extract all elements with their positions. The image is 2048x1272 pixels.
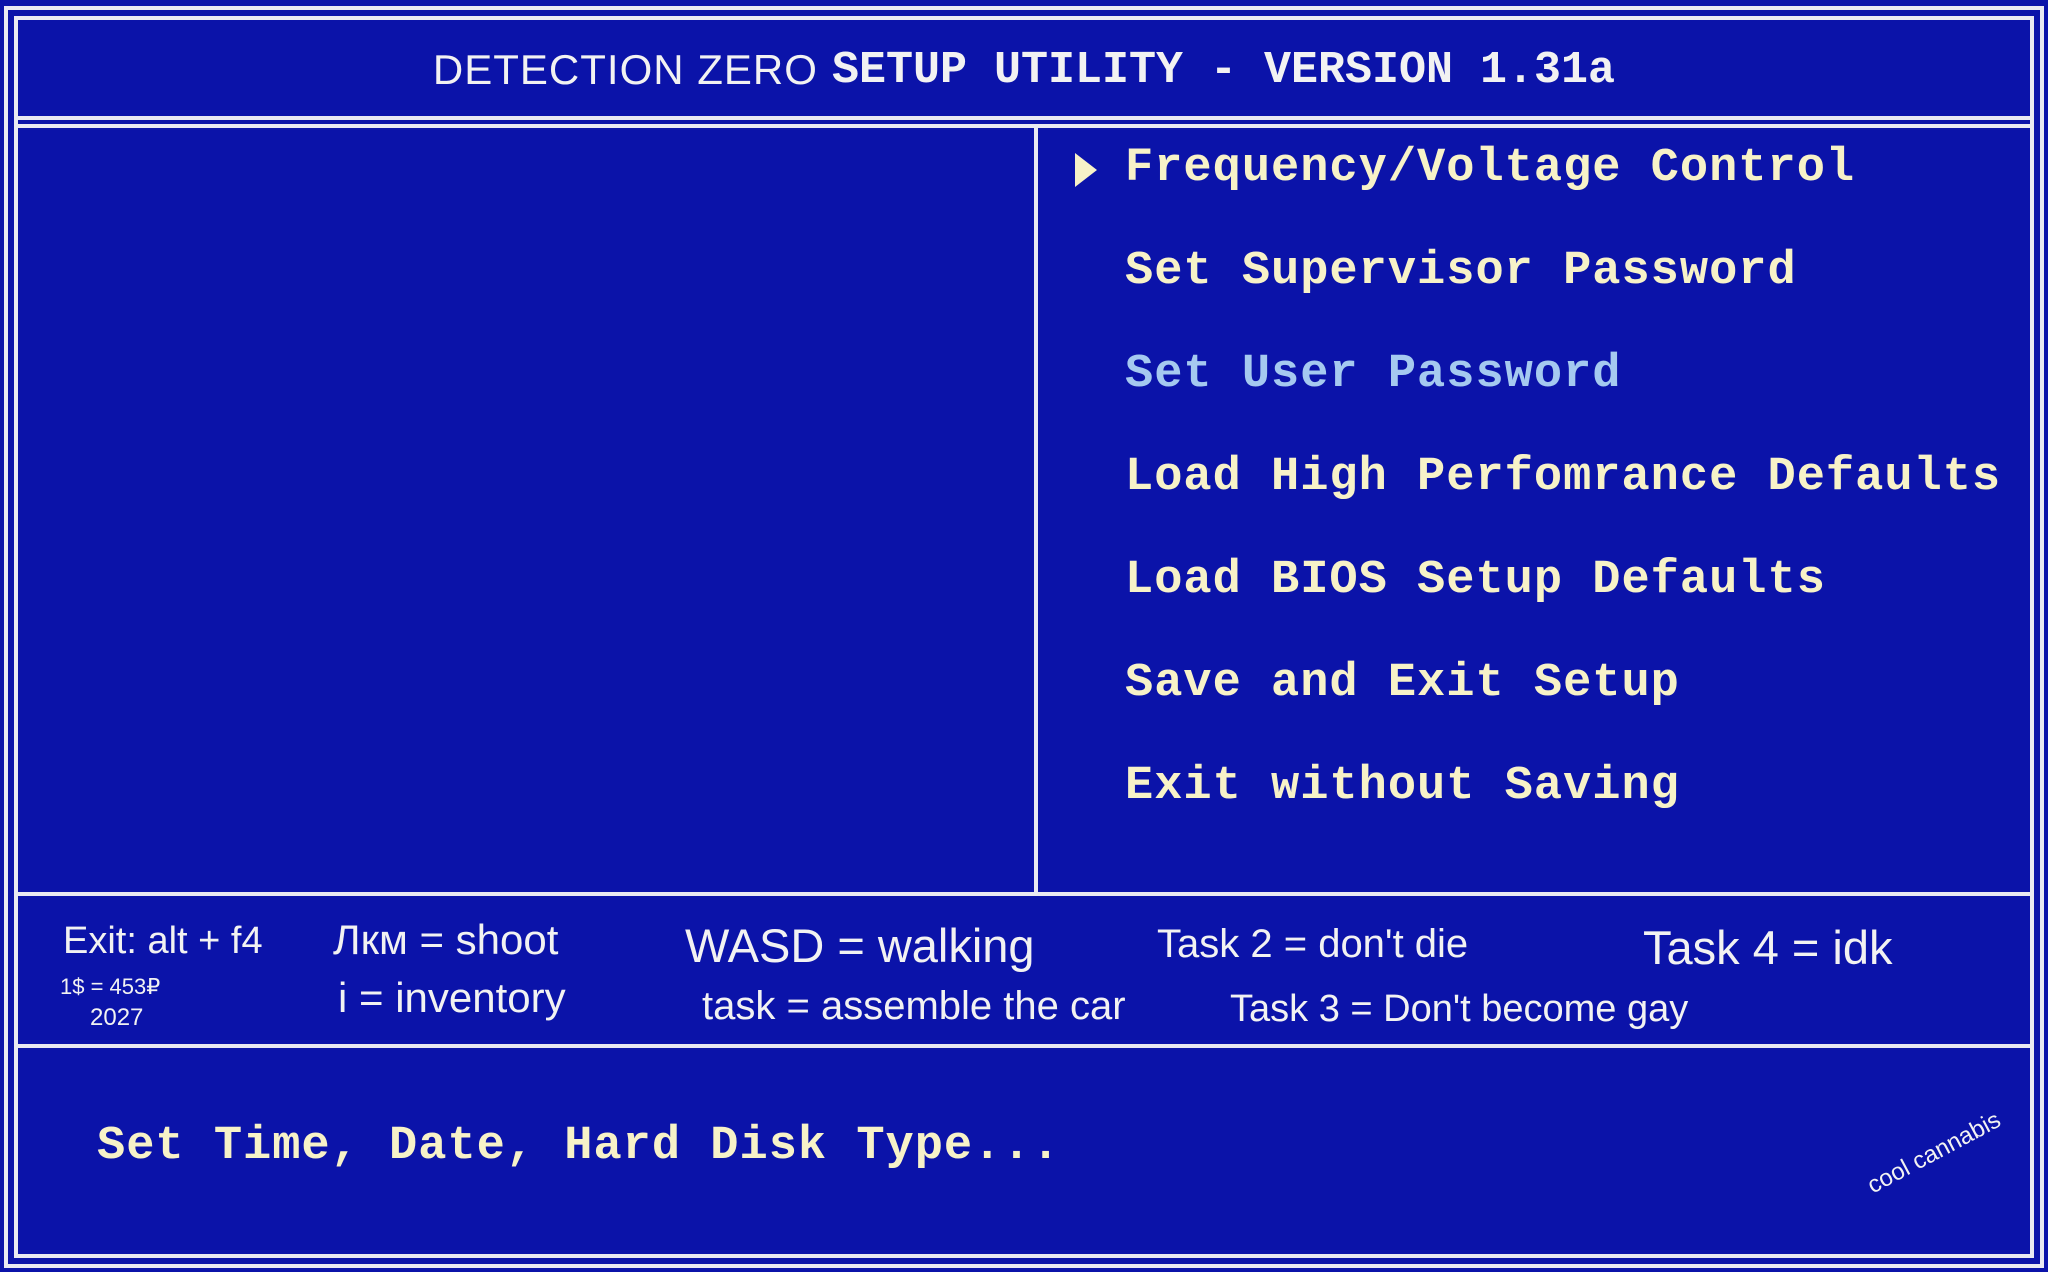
hint-inventory: i = inventory [338, 974, 566, 1021]
title-brand: DETECTION ZERO [432, 46, 818, 93]
hint-shoot: Лкм = shoot [333, 916, 559, 963]
left-panel [18, 128, 1032, 890]
selection-arrow-icon [1075, 153, 1097, 187]
menu-item-load-high-performance-defaults[interactable]: Load High Perfomrance Defaults [1125, 451, 2001, 504]
menu-item-exit-without-saving[interactable]: Exit without Saving [1125, 760, 1680, 813]
hint-task-3: Task 3 = Don't become gay [1230, 988, 1689, 1030]
menu-item-set-user-password[interactable]: Set User Password [1125, 348, 1621, 401]
hint-divider-top [14, 892, 2034, 896]
menu-item-frequency-voltage-control[interactable]: Frequency/Voltage Control [1125, 142, 1855, 195]
menu-item-save-and-exit-setup[interactable]: Save and Exit Setup [1125, 657, 1680, 710]
hint-year: 2027 [90, 1004, 144, 1031]
hint-rate: 1$ = 453₽ [60, 974, 161, 999]
bios-screen: DETECTION ZERO SETUP UTILITY - VERSION 1… [0, 0, 2048, 1272]
hint-task-4: Task 4 = idk [1643, 921, 1893, 974]
title-bar: DETECTION ZERO SETUP UTILITY - VERSION 1… [0, 40, 2048, 100]
status-description: Set Time, Date, Hard Disk Type... [97, 1120, 1061, 1173]
page-title: SETUP UTILITY - VERSION 1.31a [831, 44, 1616, 96]
panel-divider [1034, 124, 1038, 894]
header-divider-top [14, 116, 2034, 120]
menu-item-set-supervisor-password[interactable]: Set Supervisor Password [1125, 245, 1797, 298]
hint-exit: Exit: alt + f4 [63, 920, 263, 962]
hint-divider-bottom [14, 1044, 2034, 1048]
hint-task-2: Task 2 = don't die [1157, 922, 1469, 966]
hint-walking: WASD = walking [685, 919, 1035, 972]
menu-item-load-bios-setup-defaults[interactable]: Load BIOS Setup Defaults [1125, 554, 1826, 607]
hint-task: task = assemble the car [702, 984, 1126, 1028]
